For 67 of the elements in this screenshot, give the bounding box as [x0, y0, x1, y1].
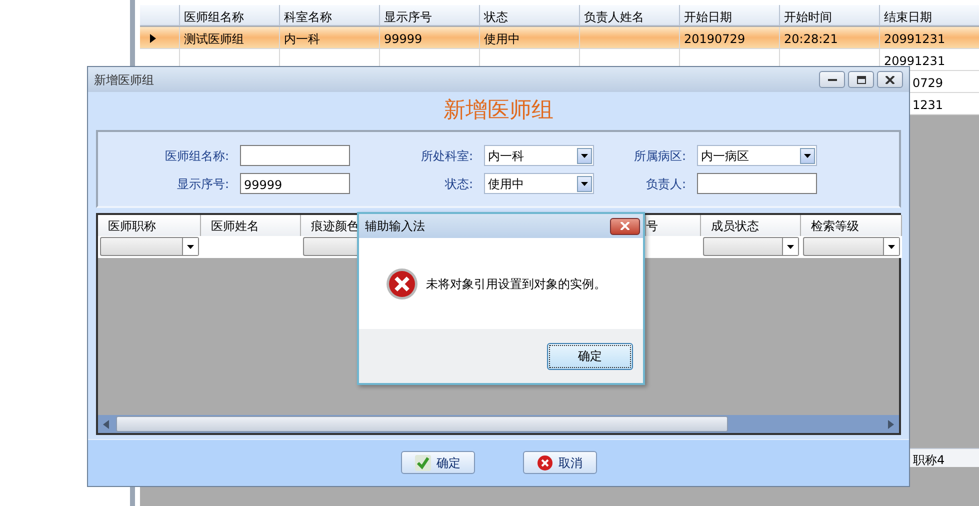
- table-cell: 20991231: [884, 54, 946, 68]
- ok-button[interactable]: 确定: [400, 451, 474, 474]
- dropdown-arrow-icon[interactable]: [787, 244, 794, 248]
- close-button[interactable]: [877, 71, 903, 88]
- table-cell: 20991231: [880, 27, 979, 49]
- close-button[interactable]: [610, 218, 640, 234]
- column-header[interactable]: 科室名称: [280, 5, 380, 26]
- column-header[interactable]: 开始时间: [780, 5, 880, 26]
- table-cell: 0729: [912, 76, 943, 90]
- field-label: 所属病区:: [632, 148, 687, 164]
- dropdown-arrow-icon[interactable]: [581, 182, 588, 186]
- close-icon: [885, 76, 895, 84]
- dropdown-arrow-icon[interactable]: [581, 154, 588, 158]
- dropdown-field[interactable]: 内一科: [484, 145, 594, 166]
- corner-header-cell: [140, 5, 180, 26]
- field-label: 负责人:: [644, 176, 687, 192]
- maximize-button[interactable]: [848, 71, 874, 88]
- minimize-button[interactable]: [819, 71, 845, 88]
- table-cell: 测试医师组: [180, 27, 280, 49]
- row-header[interactable]: [140, 27, 180, 49]
- field-label: 显示序号:: [176, 176, 230, 192]
- error-icon: [386, 268, 418, 300]
- input-field[interactable]: [240, 145, 350, 166]
- table-cell: 使用中: [480, 27, 580, 49]
- check-icon: [414, 454, 430, 470]
- field-label: 所处科室:: [420, 148, 474, 164]
- table-cell[interactable]: [201, 236, 301, 258]
- table-cell: 99999: [380, 27, 480, 49]
- table-cell[interactable]: [646, 236, 701, 258]
- window-title: 新增医师组: [94, 72, 155, 88]
- column-header[interactable]: 医师姓名: [201, 215, 301, 236]
- table-cell: 20:28:21: [780, 27, 880, 49]
- input-field[interactable]: [697, 173, 817, 194]
- scrollbar-thumb[interactable]: [116, 416, 728, 432]
- column-header[interactable]: 负责人姓名: [580, 5, 680, 26]
- horizontal-scrollbar[interactable]: [98, 415, 899, 433]
- cancel-icon: [536, 454, 552, 470]
- table-cell: 1231: [912, 98, 943, 112]
- table-cell: 内一科: [280, 27, 380, 49]
- column-header[interactable]: 状态: [480, 5, 580, 26]
- column-header[interactable]: 医师组名称: [180, 5, 280, 26]
- message-text: 未将对象引用设置到对象的实例。: [426, 276, 606, 292]
- dropdown-field[interactable]: 使用中: [484, 173, 594, 194]
- column-header[interactable]: 开始日期: [680, 5, 780, 26]
- column-header[interactable]: 号: [646, 215, 701, 236]
- column-header[interactable]: 职称4: [910, 448, 979, 467]
- column-header[interactable]: 成员状态: [701, 215, 801, 236]
- close-icon: [620, 222, 630, 230]
- dropdown-arrow-icon[interactable]: [187, 244, 194, 248]
- dropdown-arrow-icon[interactable]: [804, 154, 811, 158]
- minimize-icon: [828, 78, 836, 81]
- scroll-left-icon[interactable]: [103, 420, 109, 428]
- input-field[interactable]: 99999: [240, 173, 350, 194]
- column-header[interactable]: 显示序号: [380, 5, 480, 26]
- dropdown-arrow-icon[interactable]: [888, 244, 895, 248]
- dialog-heading: 新增医师组: [444, 96, 554, 124]
- column-header[interactable]: 医师职称: [98, 215, 201, 236]
- column-header[interactable]: 结束日期: [880, 5, 979, 26]
- field-label: 状态:: [444, 176, 474, 192]
- ok-button[interactable]: 确定: [547, 342, 633, 370]
- scroll-right-icon[interactable]: [888, 420, 894, 428]
- table-cell: 20190729: [680, 27, 780, 49]
- field-label: 医师组名称:: [164, 148, 230, 164]
- maximize-icon: [856, 76, 866, 84]
- cancel-button[interactable]: 取消: [522, 451, 596, 474]
- column-header[interactable]: 检索等级: [801, 215, 902, 236]
- dropdown-field[interactable]: 内一病区: [697, 145, 817, 166]
